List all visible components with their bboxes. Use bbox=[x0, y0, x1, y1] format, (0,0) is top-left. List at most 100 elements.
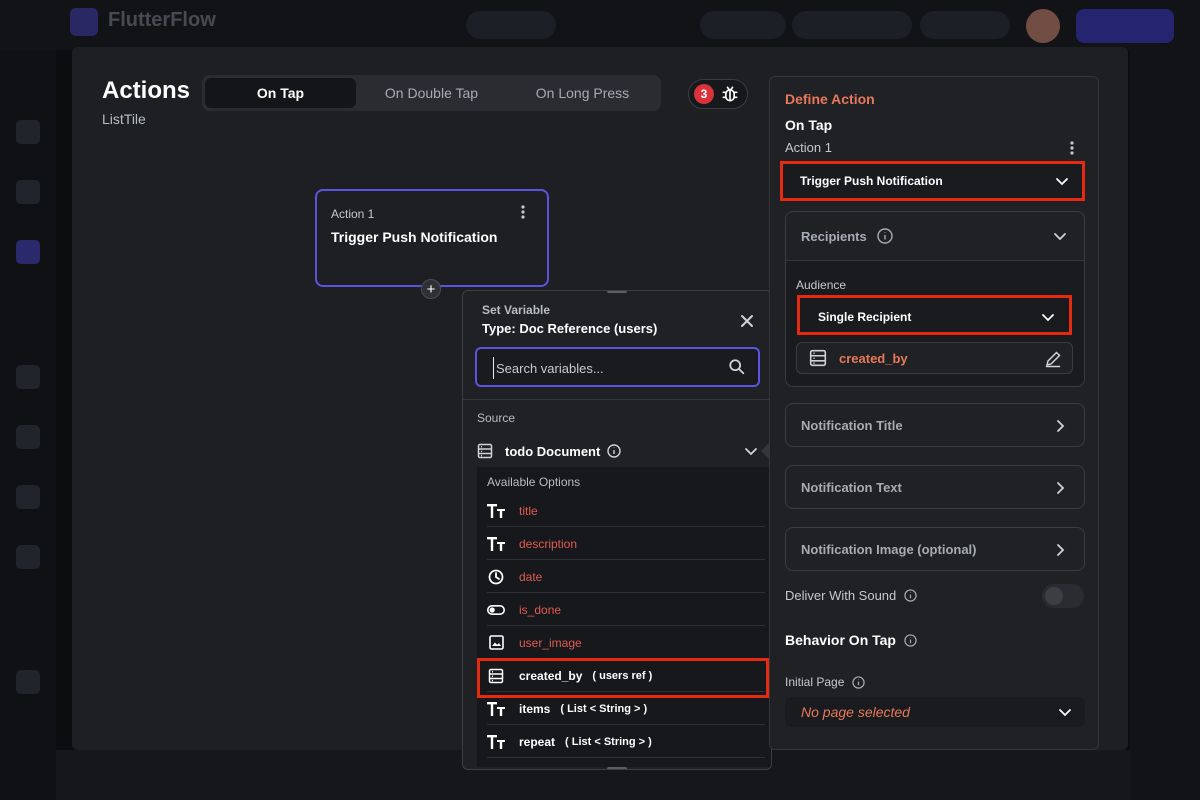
search-field bbox=[475, 347, 760, 387]
more-vertical-icon[interactable] bbox=[1070, 141, 1074, 155]
notification-text-label: Notification Text bbox=[801, 480, 902, 495]
toolbar-group bbox=[920, 11, 1010, 39]
action-node[interactable]: Action 1 Trigger Push Notification bbox=[315, 189, 549, 287]
toggle-knob bbox=[1045, 587, 1063, 605]
option-date[interactable]: date bbox=[487, 561, 765, 593]
chevron-down-icon[interactable] bbox=[1052, 228, 1068, 244]
app-sidebar bbox=[0, 50, 56, 800]
deliver-sound-toggle[interactable] bbox=[1042, 584, 1084, 608]
debug-button[interactable]: 3 bbox=[688, 79, 748, 109]
source-label: Source bbox=[477, 411, 516, 425]
app-top-bar: FlutterFlow bbox=[0, 0, 1200, 50]
behavior-label: Behavior On Tap bbox=[785, 632, 896, 648]
sidebar-icon bbox=[16, 485, 40, 509]
actions-title: Actions bbox=[102, 77, 191, 104]
resize-handle[interactable] bbox=[607, 767, 627, 769]
search-icon[interactable] bbox=[728, 358, 746, 376]
option-label: items bbox=[519, 701, 551, 716]
panel-pointer bbox=[761, 442, 770, 460]
sidebar-icon bbox=[16, 425, 40, 449]
option-type: ( List < String > ) bbox=[565, 735, 652, 748]
debug-count-badge: 3 bbox=[694, 84, 714, 104]
recipient-ref-value: created_by bbox=[839, 350, 908, 366]
close-icon[interactable] bbox=[737, 311, 757, 331]
sidebar-icon bbox=[16, 180, 40, 204]
set-variable-popup: Set Variable Type: Doc Reference (users)… bbox=[462, 290, 772, 770]
action-node-title: Trigger Push Notification bbox=[331, 229, 498, 245]
initial-page-label: Initial Page bbox=[785, 675, 845, 689]
initial-page-value: No page selected bbox=[801, 704, 910, 720]
database-icon bbox=[809, 349, 827, 367]
notification-image-row[interactable]: Notification Image (optional) bbox=[785, 527, 1085, 571]
option-title[interactable]: title bbox=[487, 495, 765, 527]
sidebar-icon bbox=[16, 120, 40, 144]
bug-icon bbox=[722, 86, 738, 102]
define-action-header: Define Action bbox=[785, 91, 875, 107]
add-action-icon[interactable]: + bbox=[421, 279, 441, 299]
action-node-label: Action 1 bbox=[331, 207, 375, 221]
initial-page-dropdown[interactable]: No page selected bbox=[785, 697, 1085, 727]
text-icon bbox=[487, 733, 505, 751]
notification-image-label: Notification Image (optional) bbox=[801, 542, 977, 557]
info-icon bbox=[607, 444, 622, 458]
clock-icon bbox=[487, 568, 505, 586]
info-icon bbox=[877, 228, 893, 244]
sidebar-icon bbox=[16, 365, 40, 389]
recipients-card: Recipients Audience Single Recipient cre… bbox=[785, 211, 1085, 387]
option-label: description bbox=[519, 536, 578, 551]
drag-handle[interactable] bbox=[607, 291, 627, 293]
info-icon bbox=[904, 589, 917, 602]
tab-on-double-tap[interactable]: On Double Tap bbox=[356, 78, 507, 108]
toggle-icon bbox=[487, 601, 505, 619]
initial-page-row: Initial Page bbox=[785, 675, 866, 689]
properties-panel-bg bbox=[1130, 50, 1200, 800]
popup-title: Type: Doc Reference (users) bbox=[482, 321, 658, 336]
option-repeat[interactable]: repeat ( List < String > ) bbox=[487, 726, 765, 758]
notification-text-row[interactable]: Notification Text bbox=[785, 465, 1085, 509]
highlight-created-by bbox=[477, 658, 769, 698]
behavior-row: Behavior On Tap bbox=[785, 632, 917, 648]
edit-pencil-icon[interactable] bbox=[1044, 350, 1062, 368]
run-button bbox=[1076, 9, 1174, 43]
avatar bbox=[1026, 9, 1060, 43]
deliver-sound-label: Deliver With Sound bbox=[785, 588, 897, 603]
chevron-right-icon bbox=[1057, 544, 1065, 556]
recipient-ref-field[interactable]: created_by bbox=[796, 342, 1073, 374]
info-icon bbox=[904, 633, 917, 647]
define-action-panel: Define Action On Tap Action 1 Trigger Pu… bbox=[761, 76, 1099, 750]
source-selector[interactable]: todo Document bbox=[477, 440, 759, 462]
project-selector bbox=[466, 11, 556, 39]
more-vertical-icon[interactable] bbox=[521, 205, 525, 219]
chevron-right-icon bbox=[1057, 482, 1065, 494]
toolbar-group bbox=[792, 11, 912, 39]
tab-on-tap[interactable]: On Tap bbox=[205, 78, 356, 108]
database-icon bbox=[477, 443, 493, 459]
option-user-image[interactable]: user_image bbox=[487, 627, 765, 659]
text-icon bbox=[487, 700, 505, 718]
option-type: ( List < String > ) bbox=[560, 702, 648, 715]
recipients-body: Audience Single Recipient created_by bbox=[786, 260, 1084, 386]
popup-divider bbox=[463, 399, 771, 400]
chevron-down-icon[interactable] bbox=[743, 443, 759, 459]
highlight-action-type bbox=[780, 161, 1085, 201]
action-label: Action 1 bbox=[785, 140, 832, 155]
toolbar-group bbox=[700, 11, 786, 39]
audience-label: Audience bbox=[796, 278, 847, 292]
search-input[interactable] bbox=[493, 357, 713, 379]
option-description[interactable]: description bbox=[487, 528, 765, 560]
recipients-label: Recipients bbox=[801, 228, 867, 244]
text-icon bbox=[487, 502, 505, 520]
tab-on-long-press[interactable]: On Long Press bbox=[507, 78, 658, 108]
trigger-label: On Tap bbox=[785, 117, 833, 133]
option-label: repeat bbox=[519, 734, 556, 749]
actions-subtitle: ListTile bbox=[102, 111, 146, 127]
chevron-right-icon bbox=[1057, 420, 1065, 432]
popup-kicker: Set Variable bbox=[482, 303, 551, 317]
app-logo bbox=[70, 8, 98, 36]
recipients-header[interactable]: Recipients bbox=[801, 228, 893, 244]
deliver-sound-row: Deliver With Sound bbox=[785, 588, 917, 603]
notification-title-row[interactable]: Notification Title bbox=[785, 403, 1085, 447]
sidebar-icon bbox=[16, 670, 40, 694]
chevron-down-icon bbox=[1059, 709, 1071, 717]
option-is-done[interactable]: is_done bbox=[487, 594, 765, 626]
